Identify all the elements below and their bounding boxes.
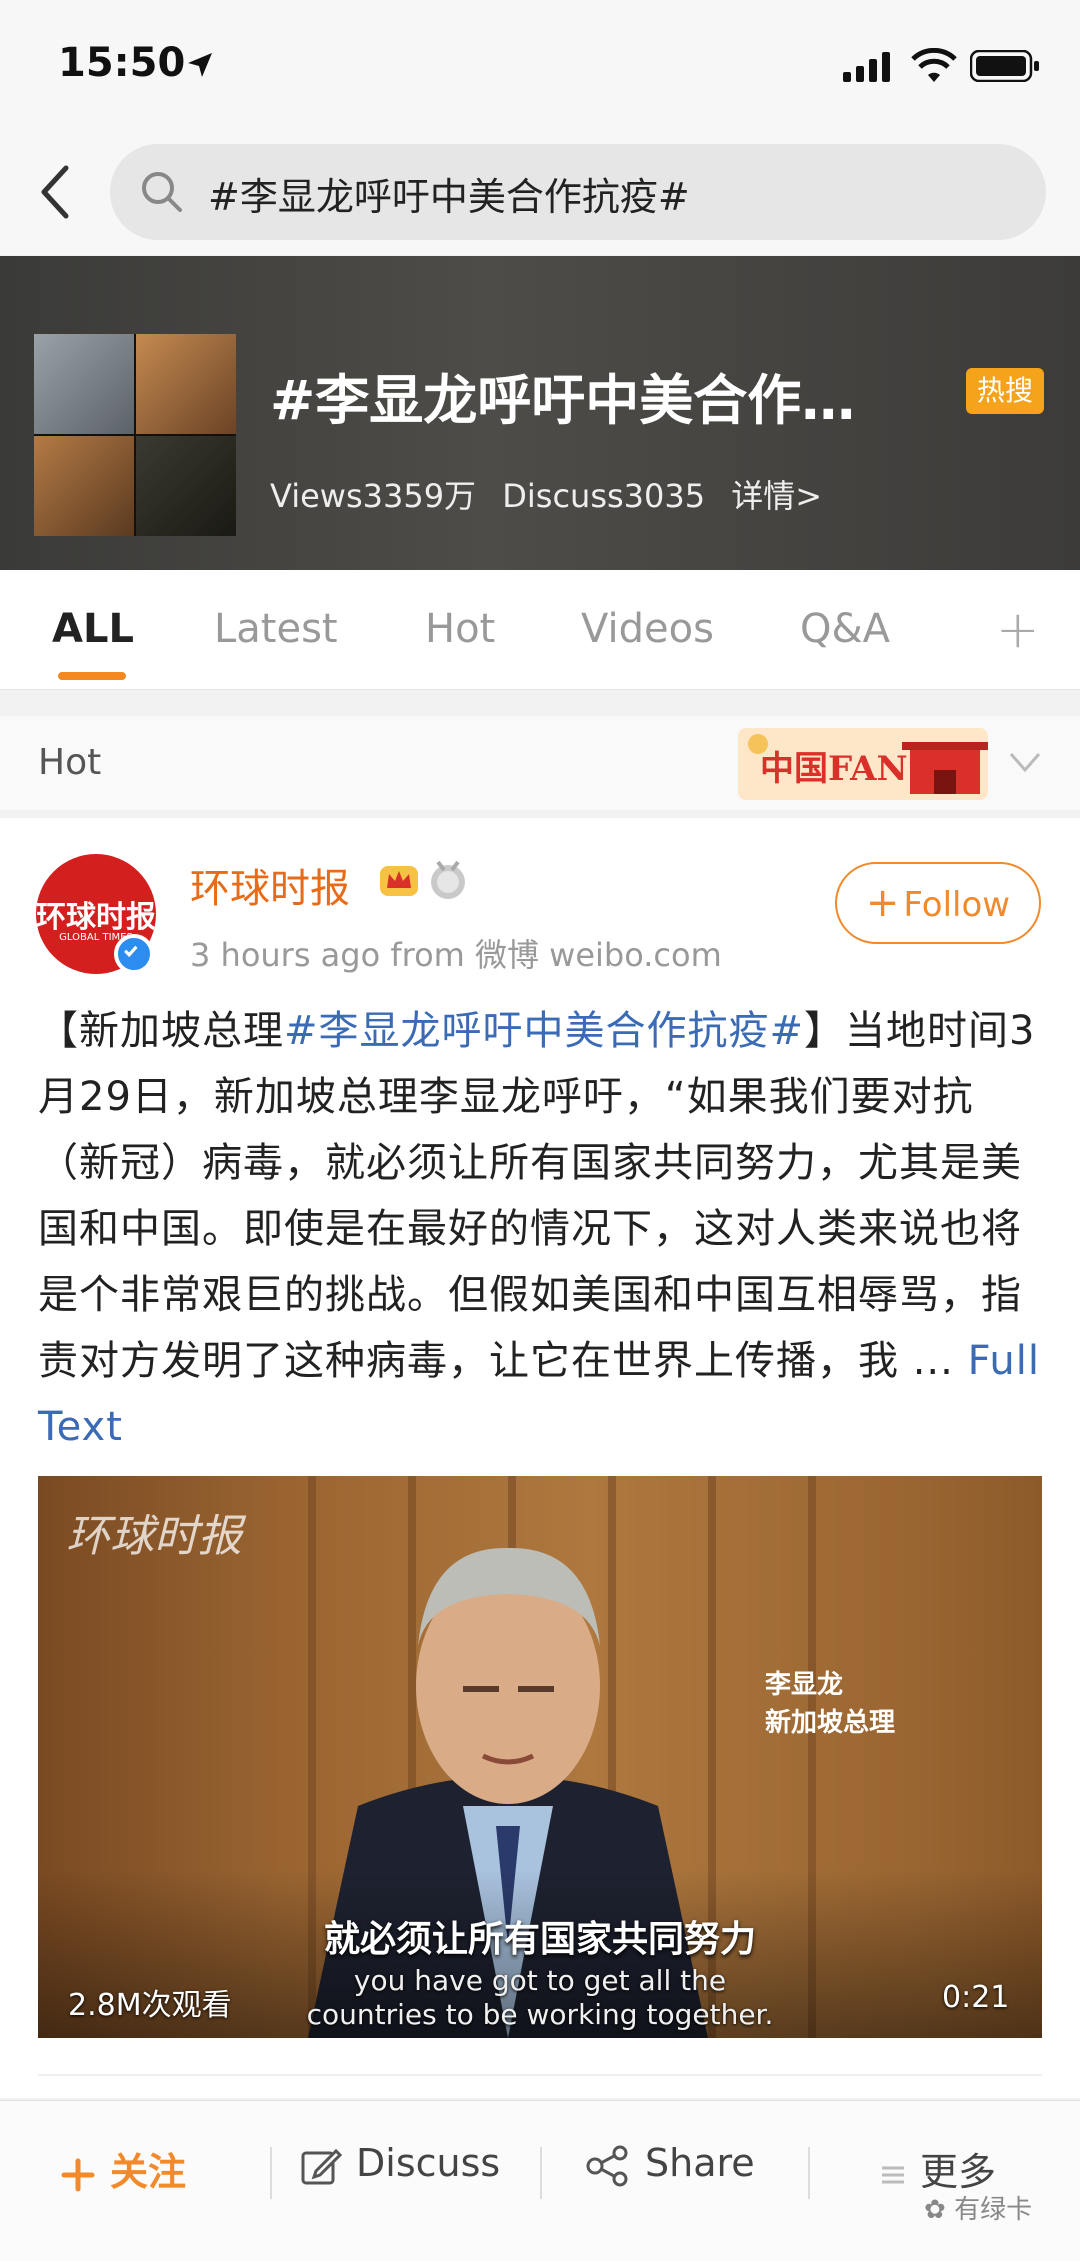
section-label: Hot bbox=[38, 742, 102, 783]
more-label: 更多 bbox=[920, 2150, 997, 2194]
share-label: Share bbox=[645, 2141, 755, 2185]
video-player[interactable]: 环球时报 李显龙 新加坡总理 就必须让所有国家共同努力 you have got… bbox=[38, 1476, 1042, 2038]
topic-discuss: Discuss3035 bbox=[502, 477, 706, 515]
discuss-label: Discuss bbox=[356, 2141, 501, 2185]
post-body: 【新加坡总理#李显龙呼吁中美合作抗疫#】当地时间3月29日，新加坡总理李显龙呼吁… bbox=[38, 998, 1048, 1460]
separator bbox=[540, 2147, 542, 2199]
search-input[interactable]: #李显龙呼吁中美合作抗疫# bbox=[110, 144, 1046, 240]
follow-label: Follow bbox=[903, 885, 1011, 925]
follow-topic-button[interactable]: 关注 bbox=[60, 2141, 186, 2201]
topic-details-link[interactable]: 详情> bbox=[731, 477, 822, 515]
source-watermark: ✿ 有绿卡 bbox=[924, 2189, 1032, 2226]
wechat-icon: ✿ bbox=[924, 2195, 955, 2225]
post-meta: 3 hours ago from 微博 weibo.com bbox=[190, 936, 722, 974]
avatar-logo-text: 环球时报 bbox=[36, 900, 156, 935]
video-subtitle-cn: 就必须让所有国家共同努力 bbox=[323, 1919, 756, 1960]
share-button[interactable]: Share bbox=[585, 2141, 755, 2201]
post-card: 环球时报 GLOBAL TIMES 环球时报 3 hours ago from … bbox=[0, 818, 1080, 2098]
share-icon bbox=[586, 2145, 628, 2186]
follow-topic-label: 关注 bbox=[110, 2150, 187, 2194]
post-body-text: 】当地时间3月29日，新加坡总理李显龙呼吁，“如果我们要对抗（新冠）病毒，就必须… bbox=[38, 1008, 1036, 1384]
status-time: 15:50 bbox=[58, 40, 186, 86]
status-bar: 15:50 bbox=[0, 0, 1080, 130]
wifi-icon bbox=[911, 48, 957, 82]
search-query: #李显龙呼吁中美合作抗疫# bbox=[208, 175, 690, 219]
topic-views: Views3359万 bbox=[270, 477, 477, 515]
plus-icon bbox=[61, 2158, 95, 2191]
video-duration: 0:21 bbox=[942, 1980, 1010, 2015]
active-tab-indicator bbox=[58, 672, 126, 680]
follow-button[interactable]: + Follow bbox=[835, 862, 1041, 944]
tab-videos[interactable]: Videos bbox=[581, 606, 714, 652]
source-watermark-text: 有绿卡 bbox=[954, 2195, 1033, 2225]
separator bbox=[270, 2147, 272, 2199]
tab-qa[interactable]: Q&A bbox=[800, 606, 890, 652]
tab-hot[interactable]: Hot bbox=[425, 606, 495, 652]
separator bbox=[808, 2147, 810, 2199]
medal-icon bbox=[431, 860, 465, 899]
search-icon bbox=[142, 172, 182, 212]
search-row: #李显龙呼吁中美合作抗疫# bbox=[0, 130, 1080, 255]
add-tab-icon[interactable]: + bbox=[996, 600, 1040, 660]
bottom-action-bar: 关注 Discuss Share 更多 ✿ 有绿卡 bbox=[0, 2100, 1080, 2261]
edit-icon bbox=[301, 2148, 342, 2184]
topic-header: #李显龙呼吁中美合作… 热搜 Views3359万 Discuss3035 详情… bbox=[0, 256, 1080, 570]
tab-all[interactable]: ALL bbox=[52, 606, 134, 652]
video-caption-name-line1: 李显龙 bbox=[765, 1670, 844, 1700]
chevron-down-icon[interactable] bbox=[1005, 742, 1045, 782]
china-fans-banner[interactable]: 中国FANS bbox=[730, 720, 1000, 806]
video-watermark: 环球时报 bbox=[66, 1511, 242, 1562]
fans-banner-text: 中国FANS bbox=[760, 749, 932, 789]
crown-vip-icon bbox=[380, 866, 418, 896]
menu-icon bbox=[882, 2166, 904, 2183]
video-name-caption: 李显龙 新加坡总理 bbox=[765, 1666, 895, 1742]
video-caption-name-line2: 新加坡总理 bbox=[765, 1708, 896, 1738]
plus-icon: + bbox=[865, 880, 900, 926]
topic-stats: Views3359万 Discuss3035 详情> bbox=[270, 471, 838, 517]
post-divider bbox=[38, 2074, 1042, 2076]
tab-latest[interactable]: Latest bbox=[214, 606, 338, 652]
topic-thumbnail[interactable] bbox=[34, 334, 236, 536]
topic-title: #李显龙呼吁中美合作… bbox=[270, 369, 856, 432]
hot-section-header: Hot 中国FANS bbox=[0, 716, 1080, 810]
video-view-count: 2.8M次观看 bbox=[68, 1988, 232, 2023]
hot-search-badge: 热搜 bbox=[966, 368, 1044, 414]
location-arrow-icon bbox=[188, 53, 212, 77]
back-arrow-icon[interactable] bbox=[30, 160, 80, 224]
post-body-prefix: 【新加坡总理 bbox=[38, 1008, 284, 1054]
tab-bar: ALL Latest Hot Videos Q&A + bbox=[0, 570, 1080, 690]
discuss-button[interactable]: Discuss bbox=[300, 2141, 500, 2201]
author-name[interactable]: 环球时报 bbox=[190, 856, 350, 914]
battery-icon bbox=[970, 50, 1039, 82]
verified-badge-icon bbox=[114, 934, 154, 974]
cellular-signal-icon bbox=[843, 52, 890, 82]
post-hashtag-link[interactable]: #李显龙呼吁中美合作抗疫# bbox=[284, 1008, 804, 1054]
